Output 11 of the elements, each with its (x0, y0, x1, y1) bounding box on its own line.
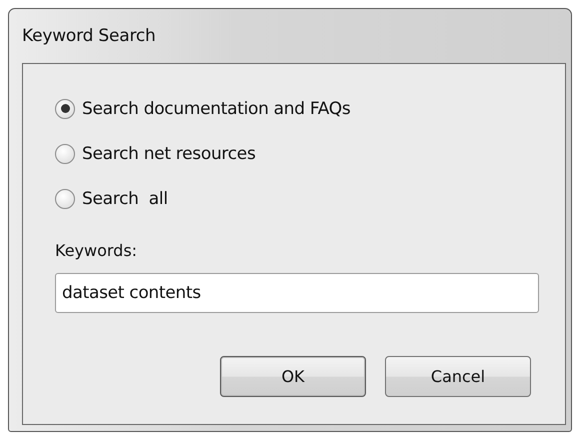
ok-button[interactable]: OK (220, 356, 366, 397)
radio-label: Search all (82, 188, 168, 208)
cancel-button[interactable]: Cancel (385, 356, 531, 397)
radio-label: Search documentation and FAQs (82, 98, 350, 118)
radio-label: Search net resources (82, 144, 256, 164)
window-title: Keyword Search (22, 25, 157, 48)
keywords-field[interactable]: dataset contents (55, 273, 539, 313)
keywords-label: Keywords: (55, 241, 138, 262)
radio-button[interactable] (55, 188, 75, 208)
radio-button[interactable] (55, 144, 75, 164)
radio-button[interactable] (55, 98, 75, 118)
